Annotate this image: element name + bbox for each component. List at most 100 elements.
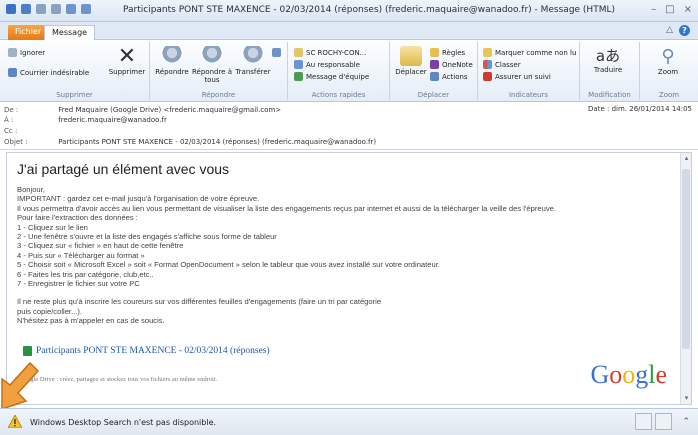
collapse-ribbon-icon[interactable]: △: [666, 25, 673, 36]
message-body[interactable]: J'ai partagé un élément avec vous Bonjou…: [6, 152, 692, 405]
actions-icon: [430, 72, 439, 81]
ribbon-help-area: △ ?: [666, 25, 690, 36]
zoom-label: Zoom: [657, 68, 679, 76]
google-logo-letter: g: [635, 360, 649, 389]
delete-button[interactable]: ✕ Supprimer: [107, 44, 147, 77]
chevron-up-icon[interactable]: ⌃: [682, 417, 690, 427]
junk-mail-button[interactable]: Courrier indésirable: [8, 68, 89, 77]
message-line: 4 - Puis sur « Télécharger au format »: [17, 250, 145, 260]
scroll-up-icon[interactable]: ▴: [681, 153, 692, 164]
reply-all-label: Répondre à tous: [192, 68, 233, 84]
google-logo-letter: e: [655, 360, 667, 389]
close-button[interactable]: ×: [684, 4, 692, 15]
quick-step-2-icon: [294, 60, 303, 69]
scroll-down-icon[interactable]: ▾: [681, 393, 692, 404]
shared-file-link[interactable]: Participants PONT STE MAXENCE - 02/03/20…: [23, 346, 270, 356]
group-label-zoom: Zoom: [658, 91, 680, 99]
shared-file-link-label: Participants PONT STE MAXENCE - 02/03/20…: [36, 346, 270, 356]
message-lines: Bonjour, IMPORTANT : gardez cet e-mail ju…: [17, 185, 679, 326]
mark-unread-button[interactable]: Marquer comme non lu: [483, 48, 576, 57]
group-indicateurs: Marquer comme non lu Classer Assurer un …: [478, 42, 580, 100]
quick-step-3-label: Message d'équipe: [306, 72, 370, 81]
maximize-button[interactable]: □: [665, 4, 674, 15]
reply-icon: [161, 46, 183, 66]
from-row: De : Fred Maquaire (Google Drive) <frede…: [4, 106, 281, 114]
quick-step-3-icon: [294, 72, 303, 81]
group-label-indicateurs: Indicateurs: [508, 91, 549, 99]
reply-all-button[interactable]: Répondre à tous: [192, 46, 232, 84]
mark-unread-label: Marquer comme non lu: [495, 48, 577, 57]
actions-button[interactable]: Actions: [430, 72, 468, 81]
group-supprimer: Ignorer Courrier indésirable ✕ Supprimer…: [0, 42, 150, 100]
rules-button[interactable]: Règles: [430, 48, 465, 57]
rules-icon: [430, 48, 439, 57]
quick-step-2[interactable]: Au responsable: [294, 60, 360, 69]
message-line: 2 - Une fenêtre s'ouvre et la liste des …: [17, 232, 277, 242]
group-actions-rapides: SC ROCHY-CON... Au responsable Message d…: [288, 42, 390, 100]
message-line: 3 - Cliquez sur « fichier » en haut de c…: [17, 241, 184, 251]
onenote-button[interactable]: OneNote: [430, 60, 473, 69]
google-logo-letter: o: [622, 360, 636, 389]
subject-value: Participants PONT STE MAXENCE - 02/03/20…: [58, 138, 377, 146]
group-label-actions-rapides: Actions rapides: [311, 91, 366, 99]
message-content: J'ai partagé un élément avec vous Bonjou…: [17, 161, 679, 326]
flag-icon: [483, 72, 492, 81]
to-label: À :: [4, 116, 14, 124]
status-bar: Windows Desktop Search n'est pas disponi…: [0, 408, 698, 435]
reply-label: Répondre: [155, 68, 189, 76]
message-line: 7 - Enregistrer le fichier sur votre PC: [17, 279, 140, 289]
quick-step-1-icon: [294, 48, 303, 57]
group-deplacer: Déplacer Règles OneNote Actions Déplacer: [390, 42, 478, 100]
scroll-thumb[interactable]: [682, 169, 690, 349]
delete-icon: ✕: [117, 44, 137, 69]
from-label: De :: [4, 106, 19, 114]
minimize-button[interactable]: –: [651, 4, 656, 15]
group-label-modification: Modification: [588, 91, 631, 99]
drive-footer-text: ogle Drive : créez, partagez et stockez …: [27, 376, 218, 383]
vertical-scrollbar[interactable]: ▴ ▾: [680, 153, 691, 404]
translate-icon: aあ: [595, 47, 621, 65]
zoom-button[interactable]: ⚲ Zoom: [650, 46, 686, 76]
status-text: Windows Desktop Search n'est pas disponi…: [30, 418, 217, 427]
help-icon[interactable]: ?: [679, 25, 690, 36]
group-label-deplacer: Déplacer: [417, 91, 450, 99]
window-title: Participants PONT STE MAXENCE - 02/03/20…: [122, 5, 615, 15]
rules-label: Règles: [442, 48, 466, 57]
message-heading: J'ai partagé un élément avec vous: [17, 161, 230, 177]
more-respond-button[interactable]: [272, 48, 281, 57]
title-bar: Participants PONT STE MAXENCE - 02/03/20…: [0, 0, 698, 22]
message-line: puis copie/coller...).: [17, 306, 82, 316]
avatar[interactable]: [635, 413, 652, 430]
to-row: À : frederic.maquaire@wanadoo.fr: [4, 116, 167, 124]
forward-button[interactable]: Transférer: [234, 46, 272, 76]
group-label-repondre: Répondre: [201, 91, 236, 99]
from-value[interactable]: Fred Maquaire (Google Drive) <frederic.m…: [58, 106, 281, 114]
ignore-label: Ignorer: [20, 48, 46, 57]
message-line: 5 - Choisir soit « Microsoft Excel » soi…: [17, 260, 440, 270]
quick-step-1[interactable]: SC ROCHY-CON...: [294, 48, 366, 57]
to-value[interactable]: frederic.maquaire@wanadoo.fr: [58, 116, 167, 124]
ignore-button[interactable]: Ignorer: [8, 48, 45, 57]
tab-fichier[interactable]: Fichier: [8, 25, 49, 40]
avatar[interactable]: [655, 413, 672, 430]
move-icon: [400, 46, 422, 66]
quick-step-3[interactable]: Message d'équipe: [294, 72, 369, 81]
tab-message[interactable]: Message: [44, 25, 96, 40]
ribbon: Ignorer Courrier indésirable ✕ Supprimer…: [0, 40, 698, 102]
google-logo: Google: [590, 360, 667, 390]
subject-row: Objet : Participants PONT STE MAXENCE - …: [4, 138, 376, 146]
google-logo-letter: o: [609, 360, 623, 389]
translate-button[interactable]: aあ Traduire: [588, 46, 628, 74]
cc-row: Cc :: [4, 127, 56, 135]
reply-button[interactable]: Répondre: [154, 46, 190, 76]
ignore-icon: [8, 48, 17, 57]
categorize-button[interactable]: Classer: [483, 60, 521, 69]
group-repondre: Répondre Répondre à tous Transférer Répo…: [150, 42, 288, 100]
quick-step-2-label: Au responsable: [306, 60, 360, 69]
google-logo-letter: G: [590, 360, 610, 389]
move-button[interactable]: Déplacer: [394, 46, 428, 76]
message-line: Il ne reste plus qu'à inscrire les coure…: [17, 297, 382, 307]
follow-up-button[interactable]: Assurer un suivi: [483, 72, 551, 81]
google-logo-letter: l: [648, 360, 656, 389]
message-line: Bonjour,: [17, 185, 45, 194]
